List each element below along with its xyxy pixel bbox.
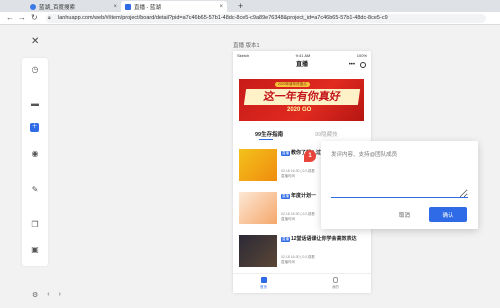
carrier: Sketch [237, 52, 250, 58]
bottom-tools: ⚙ ‹ › [32, 291, 61, 299]
new-tab-button[interactable]: + [238, 1, 243, 11]
item-thumbnail [239, 149, 277, 181]
next-icon[interactable]: › [59, 291, 61, 299]
settings-icon[interactable]: ⚙ [32, 291, 38, 299]
lanhu-icon [125, 3, 131, 10]
comment-marker[interactable]: 1 [304, 150, 316, 162]
browser-tab-lanhu[interactable]: 直播 - 蓝湖 × [121, 1, 227, 12]
status-bar: Sketch 9:41 AM 100% [233, 51, 371, 59]
close-icon[interactable]: ✕ [31, 36, 39, 47]
tab-label: 直播 - 蓝湖 [134, 4, 161, 11]
confirm-button[interactable]: 确认 [429, 207, 467, 222]
tab-hidden-skills[interactable]: 99隐藏技 [315, 130, 338, 138]
live-tag: 直播 [281, 237, 290, 242]
banner-pill: 2020年度年终盘点 [275, 82, 310, 87]
more-icon[interactable]: ••• [349, 59, 355, 71]
tab-label: 蓝湖_百度搜索 [39, 4, 76, 11]
prev-icon[interactable]: ‹ [47, 291, 49, 299]
item-meta: 直播时间 [281, 174, 295, 178]
copy-icon[interactable]: ❐ [30, 220, 40, 230]
item-thumbnail [239, 192, 277, 224]
item-meta: 02.18 16:30 | 0人观看 [281, 212, 315, 216]
phone-title: 直播 [295, 62, 308, 68]
url-text: lanhuapp.com/web/#/item/project/board/de… [58, 15, 388, 21]
status-time: 9:41 AM [295, 52, 311, 58]
item-meta: 02.18 16:30 | 0人观看 [281, 255, 315, 259]
item-meta: 02.18 16:30 | 0人观看 [281, 169, 315, 173]
target-icon[interactable] [360, 62, 366, 68]
slice-icon[interactable]: ▣ [30, 245, 40, 255]
history-icon[interactable]: ◷ [30, 65, 40, 75]
annotation-icon[interactable]: ＋ [30, 123, 39, 132]
battery: 100% [356, 52, 367, 58]
cancel-button[interactable]: 取消 [399, 211, 410, 219]
tab-underline [259, 139, 273, 140]
lock-icon: 🔒︎ [48, 15, 51, 21]
address-bar: ← → ↻ 🔒︎ lanhuapp.com/web/#/item/project… [0, 12, 500, 25]
banner-slogan: 这一年有你真好 [243, 89, 361, 105]
item-thumbnail [239, 235, 277, 267]
pen-icon[interactable]: ✎ [30, 185, 40, 195]
phone-navbar: 直播 ••• [233, 59, 371, 71]
preview-icon[interactable]: ◉ [30, 149, 40, 159]
me-tab-label[interactable]: 我的 [332, 285, 339, 290]
comment-input[interactable] [331, 150, 468, 198]
forward-icon[interactable]: → [18, 13, 26, 22]
item-title: 12堂话语课让你学会高效表达 [291, 236, 357, 242]
url-field[interactable]: 🔒︎ lanhuapp.com/web/#/item/project/board… [46, 14, 486, 23]
home-tab-label[interactable]: 首页 [260, 285, 267, 290]
close-icon[interactable]: × [113, 4, 117, 10]
content-tabs: 99生存指南 99隐藏技 [233, 128, 371, 140]
live-tag: 直播 [281, 194, 290, 199]
banner-year: 2020 GO [287, 107, 312, 113]
item-meta: 直播时间 [281, 217, 295, 221]
reload-icon[interactable]: ↻ [31, 13, 38, 22]
browser-tabbar: 蓝湖_百度搜索 × 直播 - 蓝湖 × + [0, 0, 500, 12]
screen-label: 直播 版本1 [233, 43, 260, 49]
comment-dialog: 取消 确认 [321, 141, 478, 229]
item-meta: 直播时间 [281, 260, 295, 264]
baidu-icon [30, 3, 36, 10]
tab-survival-guide[interactable]: 99生存指南 [255, 130, 283, 138]
input-underline [331, 197, 468, 198]
comment-icon[interactable]: ▬ [30, 99, 40, 109]
list-item[interactable]: 直播 12堂话语课让你学会高效表达 02.18 16:30 | 0人观看 直播时… [239, 235, 367, 268]
live-tag: 直播 [281, 151, 290, 156]
close-icon[interactable]: × [219, 4, 223, 10]
phone-tabbar: 首页 我的 [233, 273, 371, 293]
left-toolbar: ◷ ▬ ＋ ◉ ✎ ❐ ▣ [22, 58, 48, 266]
promo-banner[interactable]: 2020年度年终盘点 这一年有你真好 2020 GO [239, 79, 364, 121]
browser-tab-baidu[interactable]: 蓝湖_百度搜索 × [26, 1, 121, 12]
back-icon[interactable]: ← [6, 13, 14, 22]
home-icon[interactable] [261, 277, 267, 283]
user-icon[interactable] [333, 277, 338, 283]
